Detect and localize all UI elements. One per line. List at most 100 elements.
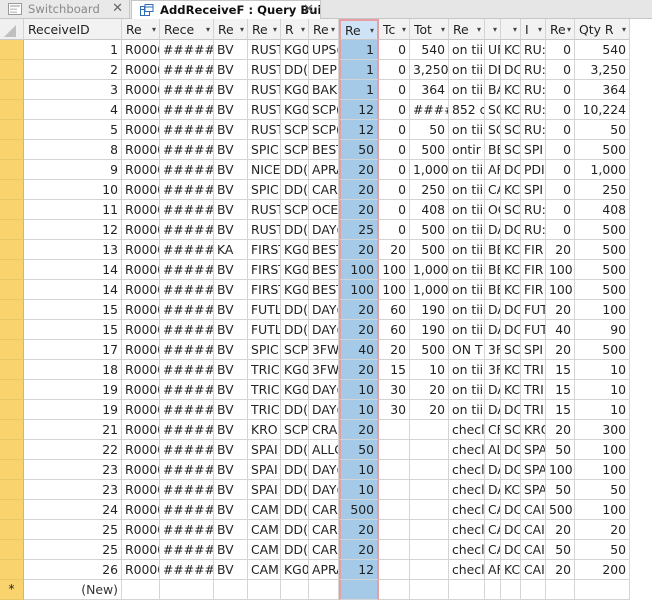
table-cell[interactable]: FUTL	[248, 300, 281, 320]
table-cell[interactable]: DD(	[281, 400, 309, 420]
table-cell[interactable]: CF	[485, 420, 501, 440]
table-cell[interactable]: on tii	[449, 60, 485, 80]
table-cell[interactable]: BV	[214, 400, 248, 420]
column-header[interactable]: Qty R ▾	[575, 19, 630, 40]
table-cell[interactable]: SPI	[521, 140, 546, 160]
table-cell[interactable]: BAK$	[309, 80, 339, 100]
table-cell[interactable]: R0000	[122, 160, 160, 180]
table-cell[interactable]: on tii	[449, 80, 485, 100]
table-cell[interactable]: CA	[485, 520, 501, 540]
table-cell[interactable]: R0000	[122, 240, 160, 260]
table-cell[interactable]: ########	[160, 540, 214, 560]
table-cell[interactable]: KG0	[281, 80, 309, 100]
table-cell[interactable]: on tii	[449, 220, 485, 240]
table-cell[interactable]: FIRST	[248, 260, 281, 280]
table-cell[interactable]: 100	[339, 260, 379, 280]
table-cell[interactable]: 100	[546, 260, 575, 280]
table-cell[interactable]: on tii	[449, 380, 485, 400]
filter-dropdown-icon[interactable]: ▾	[538, 25, 542, 34]
receive-id-cell[interactable]: 1	[24, 40, 122, 60]
table-cell[interactable]: ########	[160, 500, 214, 520]
table-cell[interactable]: ########	[160, 40, 214, 60]
table-cell[interactable]: 1,000	[410, 280, 449, 300]
filter-dropdown-icon[interactable]: ▾	[152, 25, 156, 34]
table-cell[interactable]: 0	[379, 220, 410, 240]
table-cell[interactable]	[379, 520, 410, 540]
table-cell[interactable]: SPI	[521, 340, 546, 360]
table-cell[interactable]: 20	[339, 300, 379, 320]
table-cell[interactable]: R0000	[122, 540, 160, 560]
table-cell[interactable]: BE	[485, 280, 501, 300]
filter-dropdown-icon[interactable]: ▾	[567, 25, 571, 34]
table-cell[interactable]: 20	[339, 360, 379, 380]
table-cell[interactable]: DC	[501, 540, 521, 560]
filter-dropdown-icon[interactable]: ▾	[370, 26, 374, 35]
table-cell[interactable]	[281, 580, 309, 600]
table-cell[interactable]: ####	[410, 100, 449, 120]
table-cell[interactable]: SPIC	[248, 180, 281, 200]
table-cell[interactable]: checl	[449, 440, 485, 460]
receive-id-cell[interactable]: 15	[24, 320, 122, 340]
table-cell[interactable]	[379, 500, 410, 520]
table-cell[interactable]	[485, 580, 501, 600]
receive-id-cell[interactable]: 11	[24, 200, 122, 220]
table-cell[interactable]: RUST	[248, 80, 281, 100]
column-header[interactable]: ▾	[501, 19, 521, 40]
table-cell[interactable]: 15	[379, 360, 410, 380]
table-cell[interactable]: on tii	[449, 160, 485, 180]
tab-query-builder[interactable]: AddReceiveF : Query Builder ✕	[131, 0, 321, 19]
table-cell[interactable]: 50	[339, 440, 379, 460]
table-cell[interactable]: 100	[339, 280, 379, 300]
table-cell[interactable]: R0000	[122, 200, 160, 220]
table-cell[interactable]: CAI	[521, 560, 546, 580]
table-cell[interactable]: 0	[379, 160, 410, 180]
table-cell[interactable]: 20	[379, 340, 410, 360]
table-cell[interactable]	[410, 480, 449, 500]
table-cell[interactable]: DC	[501, 160, 521, 180]
table-cell[interactable]: 15	[546, 380, 575, 400]
table-cell[interactable]	[379, 440, 410, 460]
table-cell[interactable]: ########	[160, 420, 214, 440]
table-cell[interactable]: DAY(	[309, 300, 339, 320]
table-cell[interactable]: KC	[501, 40, 521, 60]
receive-id-cell[interactable]: 19	[24, 380, 122, 400]
table-cell[interactable]: TRI	[521, 400, 546, 420]
filter-dropdown-icon[interactable]: ▾	[301, 25, 305, 34]
table-cell[interactable]: RUST	[248, 60, 281, 80]
table-cell[interactable]: 25	[339, 220, 379, 240]
table-cell[interactable]: DC	[501, 320, 521, 340]
row-selector[interactable]	[0, 440, 24, 460]
table-cell[interactable]: 0	[379, 40, 410, 60]
table-cell[interactable]: RUST	[248, 120, 281, 140]
table-cell[interactable]: R0000	[122, 320, 160, 340]
table-cell[interactable]: SPIC	[248, 140, 281, 160]
table-cell[interactable]	[410, 520, 449, 540]
table-cell[interactable]: RU:	[521, 80, 546, 100]
table-cell[interactable]: 0	[546, 100, 575, 120]
table-cell[interactable]: TRIC	[248, 380, 281, 400]
filter-dropdown-icon[interactable]: ▾	[273, 25, 277, 34]
receive-id-cell[interactable]: 14	[24, 260, 122, 280]
table-cell[interactable]: DD(	[281, 520, 309, 540]
table-cell[interactable]: TRI	[521, 380, 546, 400]
table-cell[interactable]: BV	[214, 380, 248, 400]
table-cell[interactable]: DC	[501, 300, 521, 320]
table-cell[interactable]: DAY(	[309, 380, 339, 400]
table-cell[interactable]: R0000	[122, 480, 160, 500]
filter-dropdown-icon[interactable]: ▾	[331, 25, 335, 34]
table-cell[interactable]: 3FW	[309, 360, 339, 380]
table-cell[interactable]	[449, 580, 485, 600]
table-cell[interactable]: 0	[546, 140, 575, 160]
table-cell[interactable]: 10,224	[575, 100, 630, 120]
table-cell[interactable]: 20	[546, 520, 575, 540]
table-cell[interactable]: 12	[339, 120, 379, 140]
table-cell[interactable]: 500	[575, 340, 630, 360]
column-header[interactable]: R ▾	[281, 19, 309, 40]
table-cell[interactable]: 1	[339, 80, 379, 100]
row-selector[interactable]	[0, 240, 24, 260]
table-cell[interactable]: KC	[501, 240, 521, 260]
table-cell[interactable]: SCP	[281, 420, 309, 440]
table-cell[interactable]: 100	[546, 460, 575, 480]
select-all-corner[interactable]	[0, 19, 24, 40]
table-cell[interactable]: 20	[339, 180, 379, 200]
